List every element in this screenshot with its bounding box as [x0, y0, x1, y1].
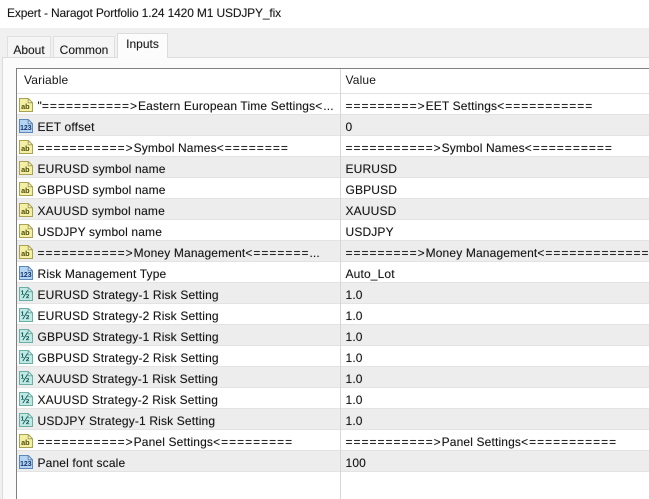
svg-text:ab: ab: [21, 249, 30, 258]
svg-text:123: 123: [20, 125, 32, 132]
svg-text:ab: ab: [21, 438, 30, 447]
svg-text:½: ½: [21, 415, 30, 427]
svg-text:½: ½: [21, 289, 30, 301]
svg-text:ab: ab: [21, 144, 30, 153]
svg-text:ab: ab: [21, 102, 30, 111]
svg-text:½: ½: [21, 373, 30, 385]
svg-text:ab: ab: [21, 228, 30, 237]
svg-text:½: ½: [21, 310, 30, 322]
svg-text:½: ½: [21, 394, 30, 406]
svg-text:ab: ab: [21, 207, 30, 216]
svg-text:½: ½: [21, 352, 30, 364]
svg-text:ab: ab: [21, 165, 30, 174]
svg-text:½: ½: [21, 331, 30, 343]
svg-text:ab: ab: [21, 186, 30, 195]
svg-text:123: 123: [20, 461, 32, 468]
svg-text:123: 123: [20, 272, 32, 279]
